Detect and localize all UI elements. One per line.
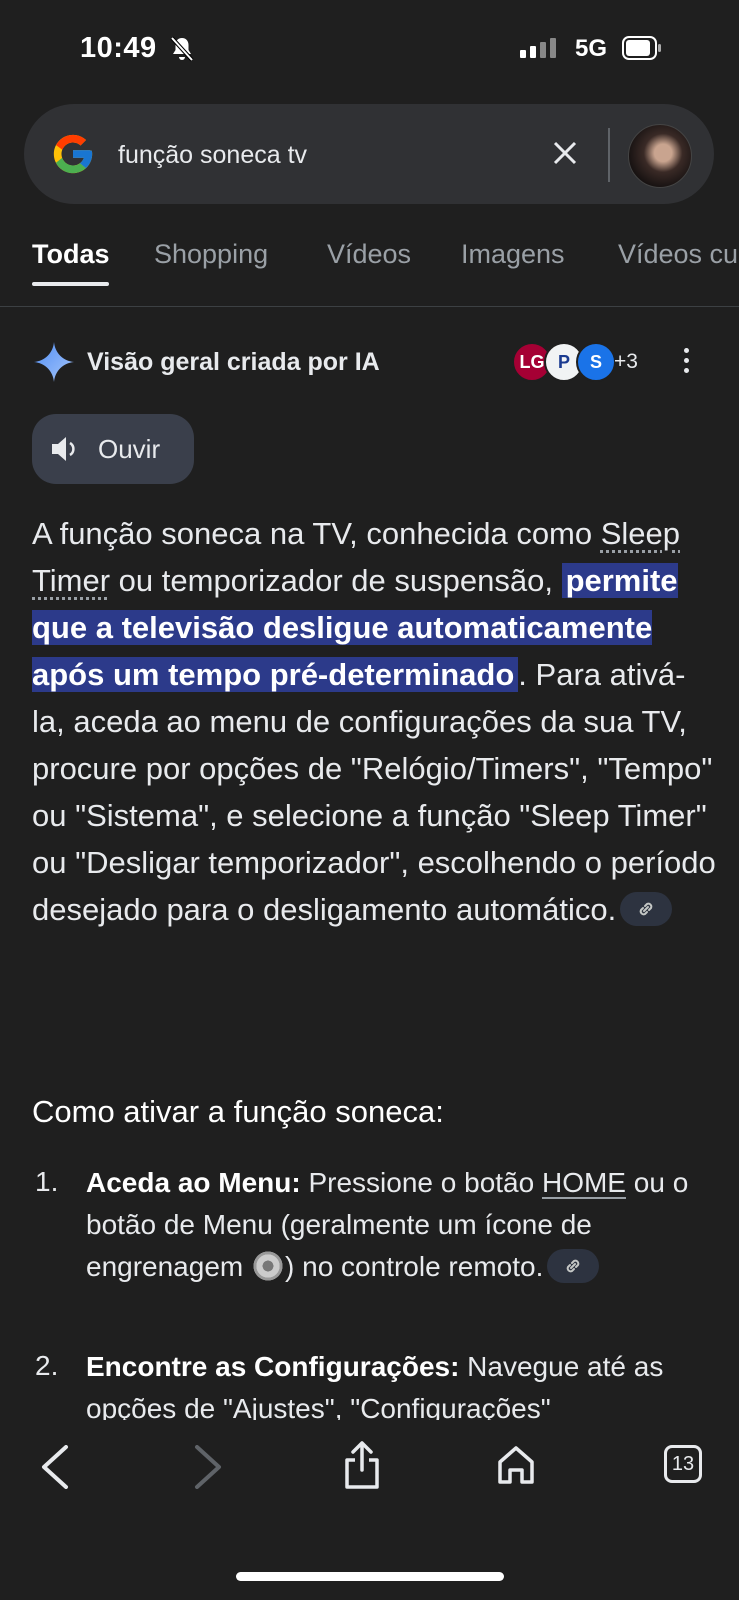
steps-heading: Como ativar a função soneca:	[32, 1094, 444, 1129]
battery-icon	[622, 36, 661, 60]
avatar[interactable]	[628, 124, 692, 188]
speaker-icon	[52, 437, 75, 461]
step-number: 2.	[35, 1350, 59, 1381]
link-icon	[639, 902, 653, 916]
tabs-count-button[interactable]: 13	[664, 1445, 702, 1483]
active-tab-indicator	[32, 282, 109, 286]
source-link-chip[interactable]	[547, 1248, 600, 1283]
source-link-chip[interactable]	[620, 891, 673, 926]
para-text-2: ou temporizador de suspensão,	[110, 563, 562, 598]
signal-icon	[520, 38, 556, 58]
more-sources-count[interactable]: +3	[614, 350, 638, 374]
step-text: ) no controle remoto.	[285, 1251, 544, 1282]
tab-videos[interactable]: Vídeos	[327, 239, 411, 270]
list-item: Encontre as Configurações: Navegue até a…	[86, 1346, 691, 1430]
google-logo-icon	[53, 134, 93, 174]
tab-shopping[interactable]: Shopping	[154, 239, 268, 270]
list-item: Aceda ao Menu: Pressione o botão HOME ou…	[86, 1162, 691, 1288]
step-text: Pressione o botão	[300, 1167, 542, 1198]
back-arrow-icon[interactable]	[40, 1445, 70, 1489]
step-title: Encontre as Configurações:	[86, 1351, 460, 1382]
listen-label[interactable]: Ouvir	[98, 434, 160, 465]
tab-imagens[interactable]: Imagens	[461, 239, 565, 270]
search-divider	[608, 128, 610, 182]
status-time: 10:49	[80, 32, 157, 64]
step-number: 1.	[35, 1166, 59, 1197]
tab-videos-curtos[interactable]: Vídeos cu	[618, 239, 738, 270]
sparkle-icon	[34, 342, 74, 382]
search-input[interactable]: função soneca tv	[118, 141, 307, 170]
network-type: 5G	[575, 35, 608, 62]
home-icon[interactable]	[496, 1444, 536, 1486]
home-term[interactable]: HOME	[542, 1167, 626, 1198]
share-icon[interactable]	[343, 1440, 381, 1490]
link-icon	[567, 1259, 580, 1272]
bell-muted-icon	[170, 36, 194, 62]
gear-icon	[251, 1248, 286, 1283]
close-icon[interactable]	[552, 140, 578, 166]
forward-arrow-icon[interactable]	[193, 1445, 223, 1489]
para-text-1: A função soneca na TV, conhecida como	[32, 516, 601, 551]
source-s-icon[interactable]: S	[576, 342, 616, 382]
more-options-icon[interactable]	[684, 348, 690, 378]
home-indicator	[236, 1572, 504, 1581]
ai-overview-title: Visão geral criada por IA	[87, 348, 380, 376]
step-title: Aceda ao Menu:	[86, 1167, 301, 1198]
tabs-divider	[0, 306, 739, 307]
ai-overview-paragraph: A função soneca na TV, conhecida como Sl…	[32, 510, 717, 933]
para-text-3: . Para ativá-la, aceda ao menu de config…	[32, 657, 716, 927]
tab-todas[interactable]: Todas	[32, 239, 110, 270]
